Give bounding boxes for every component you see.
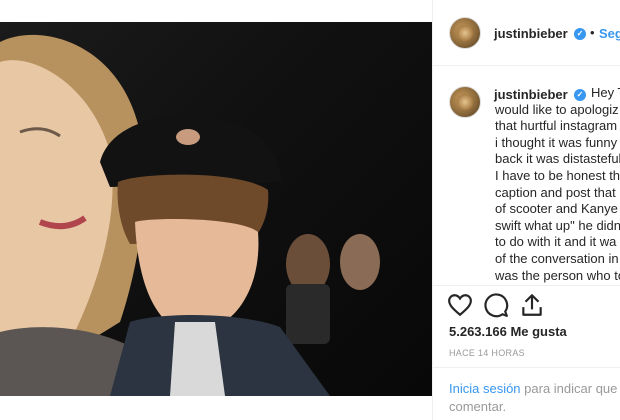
author-avatar[interactable] bbox=[449, 17, 481, 49]
caption-author-avatar[interactable] bbox=[449, 86, 481, 118]
heart-icon[interactable] bbox=[447, 292, 473, 318]
post-header: justinbieber ✓ • Segu bbox=[433, 0, 620, 66]
caption-line: Hey Ta bbox=[591, 85, 620, 100]
caption-line: I have to be honest th bbox=[495, 167, 620, 183]
login-prompt: Inicia sesión para indicar que t comenta… bbox=[449, 380, 620, 416]
comment-icon[interactable] bbox=[483, 292, 509, 318]
caption-area: justinbieber ✓ Hey Ta would like to apol… bbox=[433, 67, 620, 285]
login-prompt-text-2: comentar. bbox=[449, 399, 507, 414]
verified-badge-icon: ✓ bbox=[574, 28, 586, 40]
background-person-2 bbox=[340, 234, 380, 290]
share-icon[interactable] bbox=[519, 292, 545, 318]
caption-line: was the person who to bbox=[495, 267, 620, 283]
comment-login-bar: Inicia sesión para indicar que t comenta… bbox=[433, 367, 620, 420]
caption-line: swift what up" he didn bbox=[495, 217, 620, 233]
post-photo[interactable] bbox=[0, 22, 432, 396]
caption-line: to do with it and it wa bbox=[495, 234, 617, 250]
caption-line: caption and post that bbox=[495, 184, 616, 200]
caption-text: Hey Ta would like to apologiz that hurtf… bbox=[495, 85, 620, 284]
caption-line: that hurtful instagram bbox=[495, 118, 618, 134]
follow-button[interactable]: Segu bbox=[599, 26, 620, 41]
caption-line: i thought it was funny bbox=[495, 134, 618, 150]
header-separator: • bbox=[590, 25, 595, 40]
photo-illustration bbox=[0, 34, 380, 396]
post-timestamp[interactable]: HACE 14 HORAS bbox=[449, 348, 525, 358]
login-link[interactable]: Inicia sesión bbox=[449, 381, 521, 396]
caption-line: of the conversation in bbox=[495, 250, 619, 266]
likes-count[interactable]: 5.263.166 Me gusta bbox=[449, 324, 567, 339]
login-prompt-text: para indicar que t bbox=[520, 381, 620, 396]
caption-line: would like to apologiz bbox=[495, 101, 619, 117]
author-username[interactable]: justinbieber bbox=[494, 26, 568, 41]
caption-line: back it was distasteful bbox=[495, 151, 620, 167]
caption-line: of scooter and Kanye bbox=[495, 201, 618, 217]
post-side-panel: justinbieber ✓ • Segu justinbieber ✓ Hey… bbox=[432, 0, 620, 420]
